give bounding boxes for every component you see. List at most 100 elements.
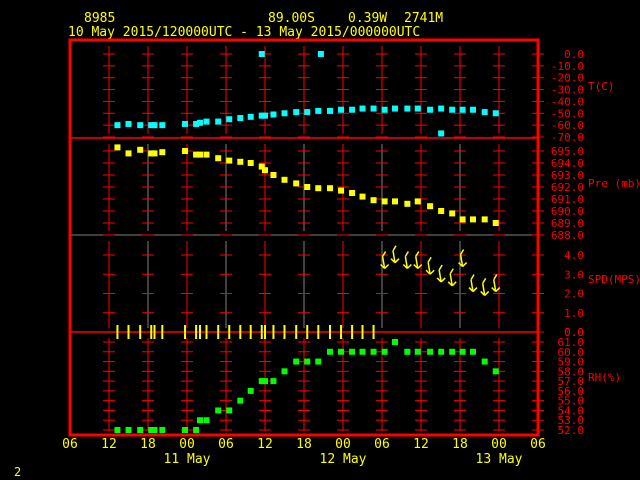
temperature-point [114,122,121,129]
rh-point [449,348,456,355]
pressure-point [151,150,158,157]
rh-point [414,348,421,355]
y-tick-label-p: 688.0 [551,229,584,242]
pressure-point [197,151,203,158]
pressure-point [182,148,189,154]
rh-point [481,358,488,365]
rh-point [114,427,121,433]
rh-point [226,407,233,414]
x-tick-label: 06 [62,437,78,452]
temperature-point [197,119,203,126]
rh-point [215,407,222,414]
time-period: 10 May 2015/120000UTC - 13 May 2015/0000… [68,25,420,40]
x-tick-label: 18 [140,437,156,452]
rh-point [492,368,499,375]
station-latitude: 89.00S [268,11,315,26]
wind-arrow-shape [402,251,412,270]
x-tick-label: 18 [296,437,312,452]
temperature-point [338,106,345,113]
pressure-point [281,176,288,183]
pressure-point [237,158,244,165]
temperature-point [281,110,288,117]
x-tick-label: 12 [413,437,429,452]
wind-arrow-shape [447,268,457,287]
x-tick-label: 06 [374,437,390,452]
wind-arrow [447,268,457,287]
pressure-point [414,198,421,205]
rh-point [327,348,333,355]
x-tick-label: 00 [335,437,351,452]
temperature-point [159,122,166,129]
rh-point [197,417,203,424]
pressure-point [459,216,466,223]
rh-point [470,348,476,355]
rh-point [293,358,300,365]
x-tick-label: 06 [530,437,546,452]
pressure-point [481,216,488,223]
pressure-point [215,155,222,162]
station-elevation: 2741M [404,11,443,26]
pressure-point [262,167,268,174]
pressure-point [114,144,121,151]
pressure-point [226,157,233,164]
pressure-point [359,193,366,200]
rh-point [281,368,288,375]
y-axis-label-t: T(C) [588,80,615,93]
y-tick-label-spd: 1.0 [564,307,584,320]
temperature-point [215,118,222,125]
temperature-point [125,120,132,127]
rh-point [459,348,466,355]
temperature-point [247,113,254,120]
wind-arrow [390,245,400,264]
temperature-point [203,118,210,125]
pressure-point [247,160,254,166]
rh-point [125,427,132,433]
pressure-point [338,187,345,194]
y-tick-label-rh: 52.0 [558,424,585,437]
wind-arrow-shape [480,278,490,296]
pressure-point [137,146,144,153]
temperature-point [327,107,333,114]
temperature-point [270,111,277,118]
rh-point [159,427,166,433]
wind-arrow [468,274,478,293]
pressure-point [449,210,456,217]
wind-arrow-shape [390,245,400,264]
temperature-point [427,106,434,113]
x-tick-label: 06 [218,437,234,452]
temperature-point [438,130,445,137]
station-longitude: 0.39W [348,11,387,26]
pressure-point [304,184,311,190]
x-tick-label: 18 [452,437,468,452]
rh-point [370,348,377,355]
rh-point [338,348,345,355]
temperature-point [414,105,421,112]
wind-arrow [425,256,435,275]
temperature-point [470,106,476,113]
rh-point [193,427,200,433]
x-tick-label: 00 [179,437,195,452]
wind-arrow-shape [436,264,446,283]
rh-point [404,348,411,355]
data-marks [114,51,501,433]
temperature-point [349,106,356,113]
pressure-point [438,208,445,214]
rh-point [304,358,311,365]
pressure-point [203,151,210,158]
x-tick-label: 12 [257,437,273,452]
temperature-point [315,107,322,114]
pressure-point [370,197,377,204]
rh-point [315,358,322,365]
pressure-point [125,150,132,157]
rh-point [427,348,434,355]
rh-point [137,427,144,433]
rh-point [438,348,445,355]
pressure-point [381,198,388,205]
pressure-point [293,180,300,187]
pressure-point [270,172,277,178]
x-tick-label: 12 [101,437,117,452]
rh-point [381,348,388,355]
temperature-point [492,110,499,117]
pressure-point [404,200,411,207]
x-date-label: 13 May [476,452,523,467]
